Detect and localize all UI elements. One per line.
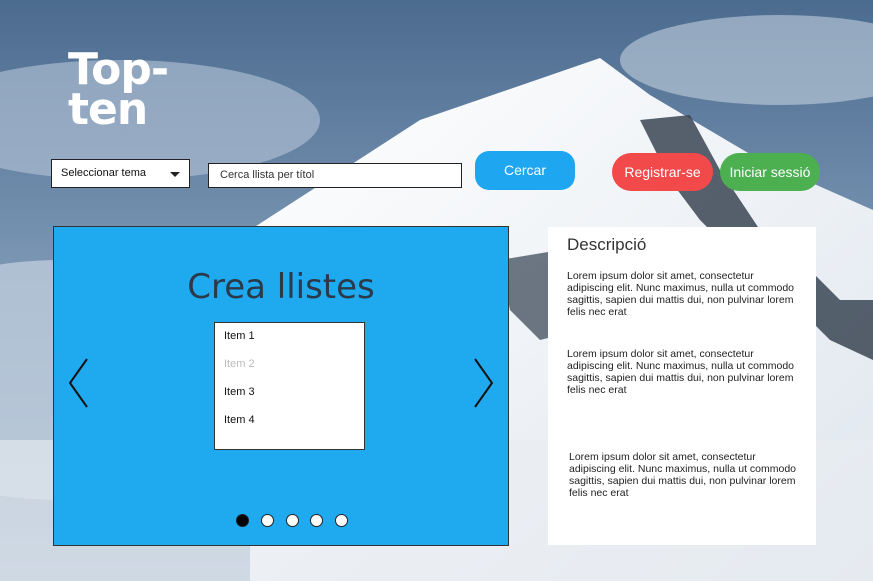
list-item[interactable]: Item 1	[224, 330, 255, 342]
topic-select[interactable]: Seleccionar tema	[51, 159, 190, 188]
description-panel: Descripció Lorem ipsum dolor sit amet, c…	[548, 227, 816, 545]
list-item-disabled: Item 2	[224, 358, 255, 370]
carousel-dot-active[interactable]	[236, 514, 249, 527]
list-item[interactable]: Item 3	[224, 386, 255, 398]
chevron-left-icon[interactable]	[67, 357, 91, 409]
carousel-dot[interactable]	[310, 514, 323, 527]
description-paragraph: Lorem ipsum dolor sit amet, consectetur …	[569, 451, 804, 499]
carousel-dot[interactable]	[335, 514, 348, 527]
carousel: Crea llistes Item 1 Item 2 Item 3 Item 4	[53, 226, 509, 546]
chevron-right-icon[interactable]	[471, 357, 495, 409]
carousel-title: Crea llistes	[54, 267, 508, 307]
login-button[interactable]: Iniciar sessió	[720, 153, 820, 191]
search-button[interactable]: Cercar	[475, 151, 575, 190]
chevron-down-icon	[170, 172, 180, 177]
carousel-dot[interactable]	[286, 514, 299, 527]
logo-line-2: ten	[68, 90, 168, 130]
search-input[interactable]: Cerca llista per títol	[208, 163, 462, 188]
register-button[interactable]: Registrar-se	[612, 153, 713, 191]
description-paragraph: Lorem ipsum dolor sit amet, consectetur …	[567, 348, 802, 396]
description-title: Descripció	[567, 235, 646, 255]
search-placeholder: Cerca llista per títol	[220, 169, 314, 181]
description-paragraph: Lorem ipsum dolor sit amet, consectetur …	[567, 270, 802, 318]
topic-select-value: Seleccionar tema	[61, 167, 146, 179]
carousel-dot[interactable]	[261, 514, 274, 527]
list-item[interactable]: Item 4	[224, 414, 255, 426]
item-list: Item 1 Item 2 Item 3 Item 4	[214, 322, 365, 450]
logo: Top- ten	[68, 50, 168, 130]
